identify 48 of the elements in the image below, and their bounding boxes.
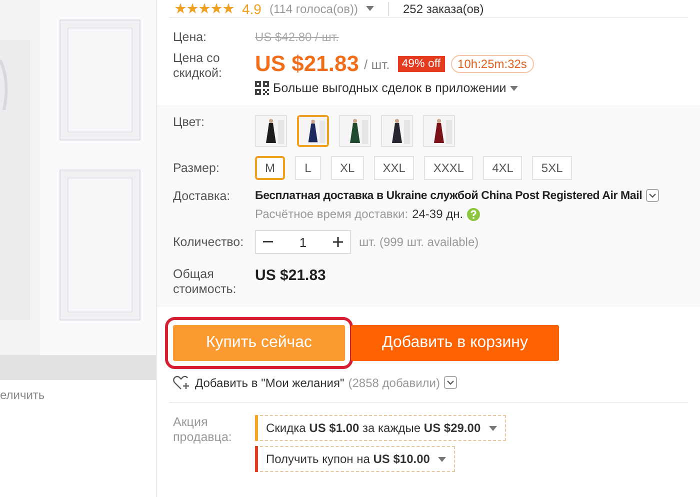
delivery-time: 24-39 дн. (412, 207, 464, 221)
price-label: Цена: (173, 30, 208, 45)
quantity-value: 1 (299, 234, 307, 250)
promo-coupon[interactable]: Скидка US $1.00 за каждые US $29.00 (255, 415, 506, 441)
delivery-time-label: Расчётное время доставки: (255, 207, 408, 221)
size-option[interactable]: XXXL (424, 156, 474, 180)
delivery-method: Бесплатная доставка в Ukraine службой China Post Registered Air Mail (255, 190, 642, 202)
color-option[interactable] (297, 115, 329, 147)
total-price: US $21.83 (255, 267, 326, 284)
total-label: Общая стоимость: (173, 267, 238, 297)
rating-score: 4.9 (242, 0, 262, 16)
wishlist-link[interactable]: Добавить в "Мои желания" (195, 376, 344, 390)
stock-note: шт. (999 шт. available) (359, 235, 479, 249)
size-option[interactable]: XL (331, 156, 364, 180)
app-deals-link[interactable]: Больше выгодных сделок в приложении (273, 81, 506, 95)
size-option[interactable]: 4XL (483, 156, 522, 180)
promo-text: Получить купон на US $10.00 (266, 452, 430, 466)
quantity-stepper[interactable]: 1 (255, 230, 351, 254)
zoom-link[interactable]: еличить (0, 388, 156, 402)
discount-price-label: Цена со скидкой: (173, 51, 224, 81)
price-unit: / шт. (364, 56, 390, 72)
seller-promo-label: Акция продавца: (173, 415, 233, 445)
caret-icon (510, 86, 518, 90)
caret-icon (366, 6, 374, 11)
caret-icon (488, 426, 497, 430)
heart-plus-icon[interactable] (173, 375, 191, 390)
delivery-label: Доставка: (173, 189, 232, 204)
dropdown-icon[interactable] (646, 189, 660, 202)
size-option[interactable]: L (295, 156, 321, 180)
dropdown-icon[interactable] (444, 376, 458, 389)
promo-coupon[interactable]: Получить купон на US $10.00 (255, 446, 455, 472)
caret-icon (438, 456, 446, 462)
size-option[interactable]: XXL (374, 156, 414, 180)
quantity-label: Количество: (173, 234, 245, 250)
minus-icon[interactable] (263, 241, 273, 243)
wishlist-count: (2858 добавили) (348, 376, 440, 390)
original-price: US $42.80 / шт. (255, 30, 339, 44)
size-option[interactable]: M (255, 156, 285, 180)
order-count: 252 заказа(ов) (402, 2, 484, 16)
countdown-timer: 10h:25m:32s (450, 55, 534, 73)
qr-code-icon (255, 81, 269, 95)
discount-price: US $21.83 (255, 51, 359, 77)
size-option[interactable]: 5XL (532, 156, 572, 180)
size-label: Размер: (173, 160, 220, 176)
discount-badge: 49% off (398, 56, 445, 72)
plus-icon[interactable] (332, 237, 343, 247)
color-label: Цвет: (173, 115, 206, 130)
promo-text: Скидка US $1.00 за каждые US $29.00 (266, 421, 481, 435)
